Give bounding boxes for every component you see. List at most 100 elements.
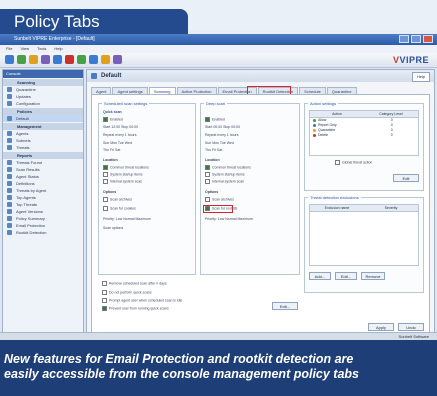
report-item[interactable]: Threats Found (3, 159, 83, 166)
reports-icon[interactable] (89, 55, 98, 64)
policy-title: Default (87, 70, 434, 82)
menu-tools[interactable]: Tools (37, 45, 46, 53)
action-list: Action Category Level Allow 0 Report Only… (309, 110, 419, 156)
sidebar-item-configuration[interactable]: Configuration (3, 100, 83, 107)
prevent-quick-scans[interactable]: Prevent user from running quick scans (102, 306, 169, 311)
deep-location-label: Location (205, 158, 220, 162)
report-item[interactable]: Rootkit Detection (3, 229, 83, 236)
sidebar-item-quarantine[interactable]: Quarantine (3, 86, 83, 93)
help-button[interactable]: Help (412, 72, 430, 82)
deep-scan-days2[interactable]: Thu Fri Sat (205, 148, 222, 153)
sidebar-section-reports[interactable]: Reports (3, 152, 83, 159)
report-item[interactable]: Definitions (3, 180, 83, 187)
quick-scan-days2[interactable]: Thu Fri Sat (103, 148, 120, 153)
close-icon[interactable] (423, 35, 433, 43)
caption-banner: New features for Email Protection and ro… (0, 340, 437, 396)
panel-title: Scheduled scan settings (102, 101, 150, 106)
update-icon[interactable] (41, 55, 50, 64)
sidebar-section-policies[interactable]: Policies (3, 108, 83, 115)
menu-view[interactable]: View (20, 45, 29, 53)
report-item[interactable]: Policy Summary (3, 215, 83, 222)
report-icon (313, 123, 316, 127)
sidebar-header: Console (3, 70, 83, 78)
back-icon[interactable] (5, 55, 14, 64)
console-sidebar: Console Scanning Quarantine Updates Conf… (2, 69, 84, 340)
quick-scan-enabled[interactable]: Enabled (103, 117, 123, 122)
remove-exclusion-button[interactable]: Remove (361, 272, 385, 280)
deep-common-locations[interactable]: Common threat locations (205, 165, 251, 170)
prompt-agent-user[interactable]: Prompt agent user when scheduled scan is… (102, 298, 182, 303)
action-edit-button[interactable]: Edit (393, 174, 419, 182)
vipre-logo: VVIPRE (392, 55, 429, 65)
deep-startup-items[interactable]: System startup items (205, 172, 245, 177)
deep-scan-repeat[interactable]: Repeat every 1 hours (205, 133, 238, 138)
sidebar-section-scanning[interactable]: Scanning (3, 79, 83, 86)
status-bar: Sunbelt Software (0, 332, 437, 340)
edit-exclusion-button[interactable]: Edit... (335, 272, 357, 280)
report-item[interactable]: Agent Versions (3, 208, 83, 215)
exclusion-list[interactable]: Exclusion name Severity (309, 204, 419, 266)
report-item[interactable]: Agent Status (3, 173, 83, 180)
menu-file[interactable]: File (6, 45, 12, 53)
quick-scan-time[interactable]: Start 12:00 Stop 00:00 (103, 125, 138, 130)
add-exclusion-button[interactable]: Add... (309, 272, 331, 280)
column-header: Exclusion name (324, 206, 350, 210)
caption-line-1: New features for Email Protection and ro… (4, 352, 354, 366)
undo-button[interactable]: Undo (398, 323, 424, 331)
quick-scan-archives[interactable]: Scan archives (103, 197, 132, 202)
report-item[interactable]: Threats by Agent (3, 187, 83, 194)
no-quick-scans[interactable]: Do not perform quick scans (102, 290, 152, 295)
sidebar-item-agents[interactable]: Agents (3, 130, 83, 137)
report-item[interactable]: Email Protection (3, 222, 83, 229)
quick-scan-days[interactable]: Sun Mon Tue Wed (103, 141, 132, 146)
deep-scan-enabled[interactable]: Enabled (205, 117, 225, 122)
remove-scheduled-scan[interactable]: Remove scheduled scan after n days (102, 281, 167, 286)
quick-priority[interactable]: Priority: Low Normal Maximum (103, 217, 151, 222)
menu-help[interactable]: Help (54, 45, 62, 53)
quick-location-label: Location (103, 158, 118, 162)
global-threat-action[interactable]: Global threat action (335, 160, 372, 165)
agents-icon[interactable] (53, 55, 62, 64)
forward-icon[interactable] (17, 55, 26, 64)
report-item[interactable]: Top Threats (3, 201, 83, 208)
tag-bar: Policy Tabs (0, 0, 437, 34)
sidebar-item-updates[interactable]: Updates (3, 93, 83, 100)
scan-edit-button[interactable]: Edit... (272, 302, 298, 310)
exclusion-list-header: Exclusion name Severity (310, 205, 418, 212)
deep-scan-time[interactable]: Start 00:00 Stop 00:00 (205, 125, 240, 130)
policy-icon[interactable] (77, 55, 86, 64)
quick-scan-cookies[interactable]: Scan for cookies (103, 206, 136, 211)
column-header: Severity (384, 206, 398, 210)
panel-title: Deep scan (204, 101, 228, 106)
action-row[interactable]: Delete 0 (310, 133, 418, 138)
quick-scan-options[interactable]: Scan options (103, 226, 123, 231)
apply-button[interactable]: Apply (368, 323, 394, 331)
settings-icon[interactable] (101, 55, 110, 64)
report-item[interactable]: Top Agents (3, 194, 83, 201)
menu-bar: File View Tools Help (0, 45, 437, 53)
sidebar-section-management[interactable]: Management (3, 123, 83, 130)
panel-title: Threat detection exclusions (308, 195, 361, 200)
deep-internal-scan[interactable]: Internal system scan (205, 179, 244, 184)
sidebar-item-threats[interactable]: Threats (3, 144, 83, 151)
quarantine-icon (313, 128, 316, 132)
deep-scan-archives[interactable]: Scan archives (205, 197, 234, 202)
policy-tabs-tag: Policy Tabs (0, 9, 188, 34)
deep-scan-days[interactable]: Sun Mon Tue Wed (205, 141, 234, 146)
help-icon[interactable] (113, 55, 122, 64)
quarantine-icon[interactable] (65, 55, 74, 64)
sidebar-item-subnets[interactable]: Subnets (3, 137, 83, 144)
maximize-icon[interactable] (411, 35, 421, 43)
report-item[interactable]: Scan Results (3, 166, 83, 173)
deep-options-label: Options (205, 190, 219, 194)
minimize-icon[interactable] (399, 35, 409, 43)
panel-title: Action settings (308, 101, 339, 106)
rootkit-option-highlight (203, 205, 233, 213)
deep-priority[interactable]: Priority: Low Normal Maximum (205, 217, 253, 222)
quick-internal-scan[interactable]: Internal system scan (103, 179, 142, 184)
quick-common-locations[interactable]: Common threat locations (103, 165, 149, 170)
quick-scan-repeat[interactable]: Repeat every 1 hours (103, 133, 136, 138)
sidebar-item-default[interactable]: Default (3, 115, 83, 122)
quick-startup-items[interactable]: System startup items (103, 172, 143, 177)
scan-icon[interactable] (29, 55, 38, 64)
